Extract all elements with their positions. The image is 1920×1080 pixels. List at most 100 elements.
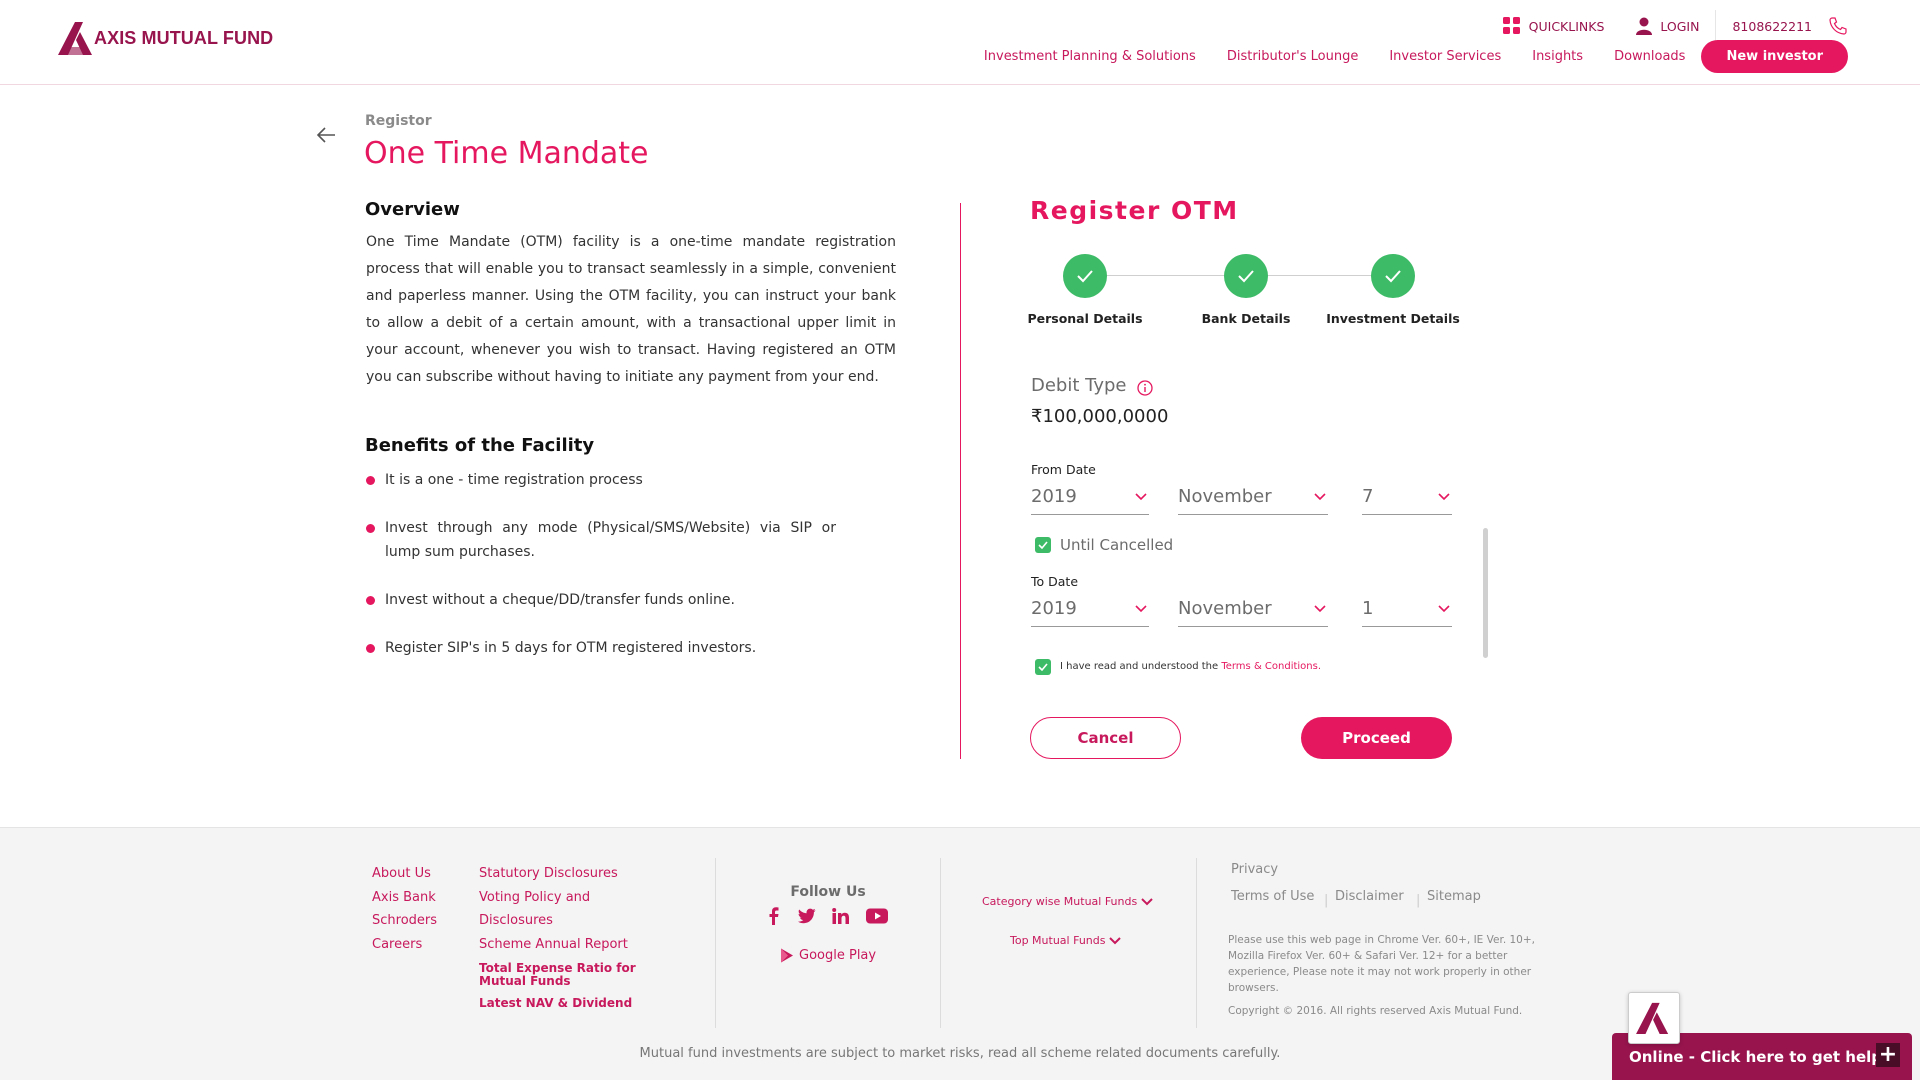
terms-link[interactable]: Terms & Conditions.	[1221, 661, 1321, 672]
main-nav: Investment Planning & Solutions Distribu…	[984, 40, 1848, 73]
axis-logo-icon	[58, 22, 92, 55]
nav-downloads[interactable]: Downloads	[1614, 49, 1685, 64]
from-year-value: 2019	[1031, 486, 1077, 507]
youtube-icon[interactable]	[866, 908, 888, 924]
login-button[interactable]: LOGIN	[1636, 17, 1699, 35]
chevron-down-icon	[1438, 492, 1450, 500]
terms-checkbox[interactable]	[1035, 659, 1051, 675]
footer-link-disclaimer[interactable]: Disclaimer	[1335, 889, 1404, 904]
site-header: AXIS MUTUAL FUND QUICKLINKS LOGIN 810862…	[0, 0, 1920, 85]
step-complete-circle	[1063, 254, 1107, 298]
step-complete-circle	[1224, 254, 1268, 298]
to-day-value: 1	[1362, 598, 1374, 619]
from-year-select[interactable]: 2019	[1031, 479, 1149, 515]
breadcrumb[interactable]: Registor	[365, 113, 432, 129]
footer-link-statutory[interactable]: Statutory Disclosures	[479, 862, 659, 886]
nav-investor-services[interactable]: Investor Services	[1389, 49, 1501, 64]
footer-link-latest-nav[interactable]: Latest NAV & Dividend	[479, 997, 659, 1010]
from-day-select[interactable]: 7	[1362, 479, 1452, 515]
footer-link-sitemap[interactable]: Sitemap	[1427, 889, 1481, 904]
to-month-select[interactable]: November	[1178, 591, 1328, 627]
bullet-dot	[366, 596, 375, 605]
footer-link-schroders[interactable]: Schroders	[372, 909, 437, 933]
step-complete-circle	[1371, 254, 1415, 298]
nav-insights[interactable]: Insights	[1532, 49, 1583, 64]
info-icon[interactable]	[1137, 380, 1153, 396]
axis-logo[interactable]: AXIS MUTUAL FUND	[56, 20, 273, 56]
footer-link-separator: |	[1416, 893, 1421, 908]
step-label: Personal Details	[1027, 311, 1143, 326]
quicklinks-button[interactable]: QUICKLINKS	[1502, 17, 1605, 35]
footer-link-careers[interactable]: Careers	[372, 933, 437, 957]
footer-link-axis-bank[interactable]: Axis Bank	[372, 886, 437, 910]
top-funds-dropdown[interactable]: Top Mutual Funds	[1010, 934, 1122, 947]
chevron-down-icon	[1438, 604, 1450, 612]
to-year-select[interactable]: 2019	[1031, 591, 1149, 627]
step-personal-details[interactable]: Personal Details	[1005, 254, 1165, 326]
chat-expand-button[interactable]: +	[1876, 1043, 1900, 1067]
benefit-item: Invest through any mode (Physical/SMS/We…	[366, 516, 836, 564]
to-month-value: November	[1178, 598, 1272, 619]
page-title: One Time Mandate	[364, 136, 649, 171]
debit-type-label: Debit Type	[1031, 375, 1127, 396]
from-month-select[interactable]: November	[1178, 479, 1328, 515]
benefit-item: Invest without a cheque/DD/transfer fund…	[366, 588, 836, 612]
footer-divider	[940, 858, 941, 1028]
category-funds-label: Category wise Mutual Funds	[982, 895, 1138, 908]
google-play-link[interactable]: Google Play	[780, 948, 876, 963]
footer-link-separator: |	[1324, 893, 1329, 908]
from-day-value: 7	[1362, 486, 1374, 507]
from-date-label: From Date	[1031, 462, 1096, 477]
checkmark-icon	[1077, 270, 1093, 283]
step-investment-details[interactable]: Investment Details	[1313, 254, 1473, 326]
footer-link-terms-of-use[interactable]: Terms of Use	[1231, 889, 1314, 904]
step-bank-details[interactable]: Bank Details	[1166, 254, 1326, 326]
facebook-icon[interactable]	[766, 907, 782, 925]
utility-divider	[1715, 10, 1717, 42]
chevron-down-icon	[1141, 897, 1153, 905]
form-scrollbar[interactable]	[1483, 528, 1488, 658]
google-play-icon	[781, 948, 793, 963]
linkedin-icon[interactable]	[832, 908, 850, 924]
grid-icon	[1502, 17, 1520, 34]
cancel-button[interactable]: Cancel	[1030, 717, 1181, 759]
nav-investment-planning[interactable]: Investment Planning & Solutions	[984, 49, 1196, 64]
footer-links-col1: About Us Axis Bank Schroders Careers	[372, 862, 437, 956]
footer-link-annual-report[interactable]: Scheme Annual Report	[479, 933, 659, 957]
chevron-down-icon	[1314, 492, 1326, 500]
footer-link-about-us[interactable]: About Us	[372, 862, 437, 886]
phone-link[interactable]: 8108622211	[1732, 16, 1848, 36]
utility-bar: QUICKLINKS LOGIN 8108622211	[1502, 10, 1848, 42]
to-year-value: 2019	[1031, 598, 1077, 619]
benefit-text: It is a one - time registration process	[385, 472, 643, 488]
new-investor-button[interactable]: New investor	[1701, 40, 1848, 73]
benefit-text: Register SIP's in 5 days for OTM registe…	[385, 640, 757, 656]
quicklinks-label: QUICKLINKS	[1528, 18, 1605, 34]
google-play-label: Google Play	[799, 948, 877, 963]
bullet-dot	[366, 524, 375, 533]
phone-number: 8108622211	[1732, 18, 1812, 34]
chevron-down-icon	[1109, 936, 1122, 944]
proceed-button[interactable]: Proceed	[1301, 717, 1452, 759]
footer-link-voting-policy[interactable]: Voting Policy and Disclosures	[479, 886, 659, 933]
until-cancelled-checkbox[interactable]	[1035, 537, 1051, 553]
column-divider	[960, 203, 961, 759]
chat-avatar[interactable]	[1628, 992, 1680, 1044]
footer-link-ter[interactable]: Total Expense Ratio for Mutual Funds	[479, 962, 659, 988]
benefits-heading: Benefits of the Facility	[365, 435, 595, 456]
back-arrow-icon[interactable]	[315, 124, 337, 146]
checkmark-icon	[1038, 541, 1048, 549]
benefit-item: It is a one - time registration process	[366, 468, 836, 492]
checkmark-icon	[1038, 663, 1048, 671]
benefit-text: Invest through any mode (Physical/SMS/We…	[385, 520, 836, 560]
footer-link-privacy[interactable]: Privacy	[1231, 862, 1278, 877]
social-links	[766, 907, 888, 925]
nav-distributors-lounge[interactable]: Distributor's Lounge	[1227, 49, 1359, 64]
category-funds-dropdown[interactable]: Category wise Mutual Funds	[982, 895, 1153, 908]
to-day-select[interactable]: 1	[1362, 591, 1452, 627]
checkmark-icon	[1385, 270, 1401, 283]
footer-links-col2: Statutory Disclosures Voting Policy and …	[479, 862, 659, 1010]
benefits-list: It is a one - time registration process …	[366, 468, 836, 684]
footer-divider	[715, 858, 716, 1028]
twitter-icon[interactable]	[798, 908, 816, 924]
